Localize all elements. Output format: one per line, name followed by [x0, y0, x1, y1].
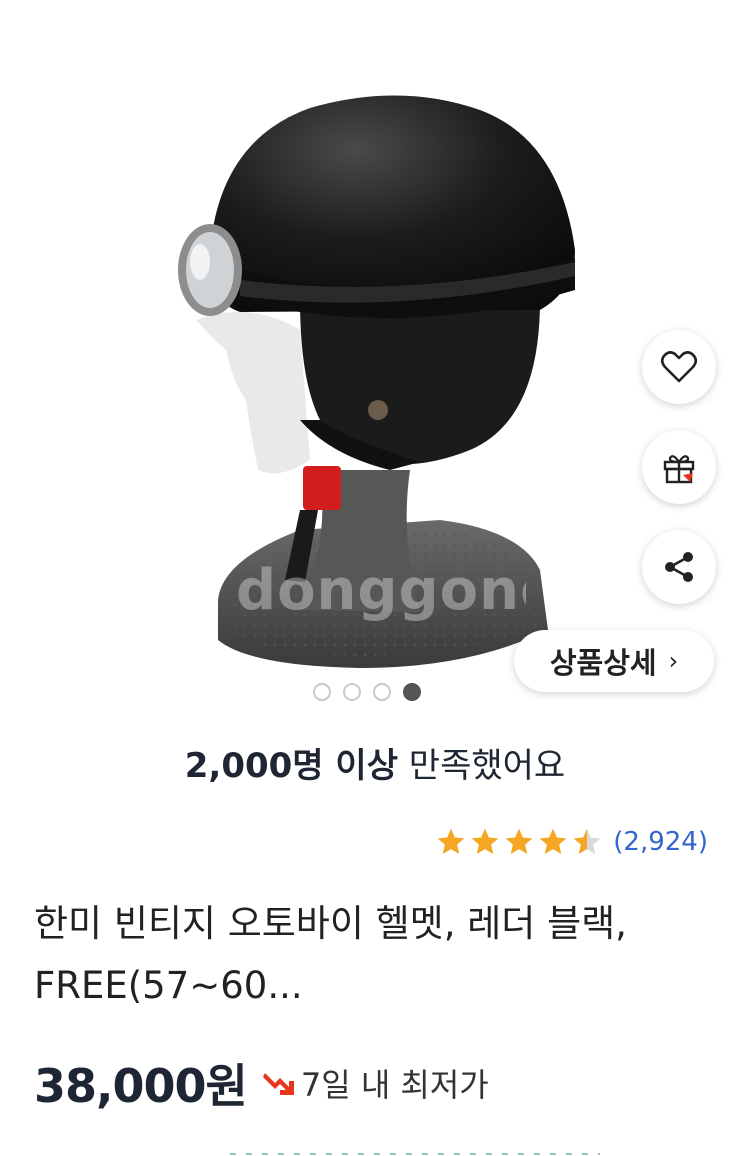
watermark: donggongan [236, 558, 526, 623]
star-icon [437, 828, 465, 854]
lowest-price-text: 7일 내 최저가 [300, 1066, 489, 1104]
product-detail-label: 상품상세 [549, 646, 657, 680]
share-icon [665, 552, 693, 582]
pagination-dot[interactable] [343, 683, 361, 701]
product-title-line: 한미 빈티지 오토바이 헬멧, 레더 블랙, [34, 902, 627, 945]
review-count-link[interactable]: (2,924) [613, 827, 708, 857]
product-detail-button[interactable]: 상품상세 › [514, 630, 714, 692]
product-title-line: FREE(57~60... [34, 964, 303, 1007]
satisfaction-text: 만족했어요 [398, 746, 566, 786]
product-image-gallery[interactable]: donggongan [0, 0, 750, 720]
gift-button[interactable] [642, 430, 716, 504]
product-title: 한미 빈티지 오토바이 헬멧, 레더 블랙, FREE(57~60... [34, 893, 724, 1017]
price-row: 38,000원 7일 내 최저가 [34, 1050, 489, 1116]
wishlist-button[interactable] [642, 330, 716, 404]
star-rating [435, 826, 603, 858]
share-button[interactable] [642, 530, 716, 604]
pagination-dot-active[interactable] [403, 683, 421, 701]
half-star-icon [573, 828, 601, 854]
next-section-peek [230, 1153, 600, 1155]
chevron-right-icon: › [668, 647, 679, 675]
satisfaction-banner: 2,000명 이상 만족했어요 [0, 738, 750, 787]
lowest-price-badge: 7일 내 최저가 [262, 1060, 489, 1106]
star-icon [505, 828, 533, 854]
satisfaction-count: 2,000명 이상 [184, 746, 398, 786]
heart-icon [660, 351, 698, 383]
down-arrow-icon [262, 1073, 294, 1095]
star-icon [539, 828, 567, 854]
rating-summary[interactable]: (2,924) [435, 826, 708, 858]
price: 38,000원 [34, 1059, 248, 1113]
star-icon [471, 828, 499, 854]
gift-icon [663, 455, 695, 484]
pagination-dot[interactable] [373, 683, 391, 701]
pagination-dot[interactable] [313, 683, 331, 701]
gallery-pagination [313, 683, 421, 701]
